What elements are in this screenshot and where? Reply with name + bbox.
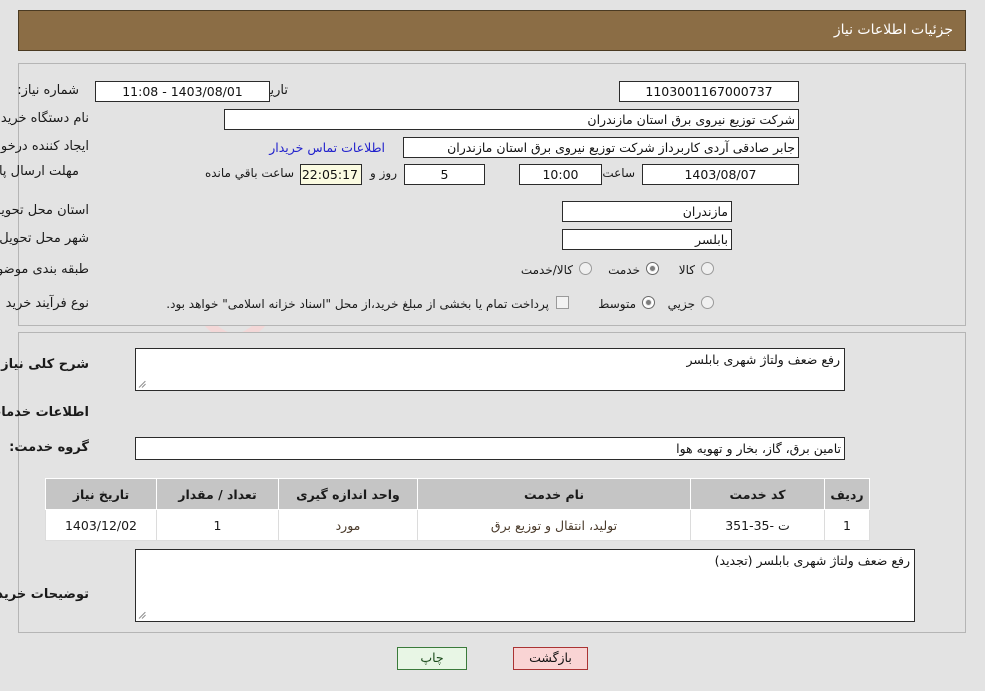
city-value: بابلسر [562, 229, 732, 250]
th-unit: واحد اندازه گیری [278, 478, 418, 510]
deadline-label: مهلت ارسال پاسخ: تا تاریخ: [0, 164, 79, 179]
th-name: نام خدمت [417, 478, 691, 510]
radio-process-motavasset-label: متوسط [598, 297, 636, 311]
radio-category-kala-khedmat-label: کالا/خدمت [520, 263, 573, 277]
buyer-notes-label: توضیحات خریدار: [0, 587, 89, 602]
category-label: طبقه بندی موضوعی: [0, 262, 89, 277]
creator-label: ایجاد کننده درخواست: [0, 139, 89, 154]
general-desc-label: شرح کلی نیاز: [0, 357, 89, 372]
page-title: جزئیات اطلاعات نیاز [833, 22, 953, 38]
td-code: ت -35-351 [690, 509, 825, 541]
td-row: 1 [824, 509, 870, 541]
td-unit: مورد [278, 509, 418, 541]
deadline-label-text: مهلت ارسال پاسخ: تا تاریخ: [0, 164, 79, 179]
buyer-org-value: شرکت توزیع نیروی برق استان مازندران [224, 109, 799, 130]
th-code: کد خدمت [690, 478, 825, 510]
process-label: نوع فرآیند خرید : [0, 296, 89, 311]
radio-process-jozi-label: جزیي [667, 297, 695, 311]
countdown-suffix-label: ساعت باقي مانده [204, 166, 294, 180]
print-button[interactable]: چاپ [397, 647, 467, 670]
buyer-contact-link[interactable]: اطلاعات تماس خریدار [269, 140, 385, 155]
service-group-label: گروه خدمت: [9, 440, 89, 455]
table-row: 1 ت -35-351 تولید، انتقال و توزیع برق مو… [45, 509, 870, 541]
radio-category-kala[interactable] [701, 262, 714, 275]
td-name: تولید، انتقال و توزیع برق [417, 509, 691, 541]
need-info-panel [18, 63, 966, 326]
radio-category-kala-khedmat[interactable] [579, 262, 592, 275]
province-value: مازندران [562, 201, 732, 222]
general-desc-value: رفع ضعف ولتاژ شهری بابلسر [686, 352, 840, 367]
radio-process-motavasset[interactable] [642, 296, 655, 309]
th-row: ردیف [824, 478, 870, 510]
treasury-docs-checkbox[interactable] [556, 296, 569, 309]
services-info-title: اطلاعات خدمات مورد نیاز [0, 405, 89, 420]
radio-category-khedmat-label: خدمت [608, 263, 640, 277]
td-qty: 1 [156, 509, 279, 541]
city-label: شهر محل تحویل: [0, 231, 89, 246]
creator-value: جابر صادقی آردی کاربرداز شرکت توزیع نیرو… [403, 137, 799, 158]
resize-grip-icon[interactable] [138, 379, 148, 389]
page-header-bar: جزئیات اطلاعات نیاز [18, 10, 966, 51]
province-label: استان محل تحویل: [0, 203, 89, 218]
deadline-time-value: 10:00 [519, 164, 602, 185]
page-root: ArtaTender.net جزئیات اطلاعات نیاز شماره… [0, 0, 985, 691]
deadline-date-value: 1403/08/07 [642, 164, 799, 185]
public-announce-value: 1403/08/01 - 11:08 [95, 81, 270, 102]
buyer-org-label: نام دستگاه خریدار: [0, 111, 89, 126]
service-group-value: تامین برق، گاز، بخار و تهویه هوا [135, 437, 845, 460]
buyer-notes-value: رفع ضعف ولتاژ شهری بابلسر (تجدید) [714, 553, 910, 568]
services-table: ردیف کد خدمت نام خدمت واحد اندازه گیری ت… [45, 478, 870, 541]
need-number-value: 1103001167000737 [619, 81, 799, 102]
days-word-label: روز و [370, 166, 397, 180]
table-header-row: ردیف کد خدمت نام خدمت واحد اندازه گیری ت… [45, 478, 870, 510]
countdown-value: 22:05:17 [300, 164, 362, 185]
back-button[interactable]: بازگشت [513, 647, 588, 670]
general-desc-textarea[interactable]: رفع ضعف ولتاژ شهری بابلسر [135, 348, 845, 391]
th-qty: تعداد / مقدار [156, 478, 279, 510]
radio-process-jozi[interactable] [701, 296, 714, 309]
td-date: 1403/12/02 [45, 509, 157, 541]
radio-category-kala-label: کالا [678, 263, 695, 277]
need-number-label: شماره نیاز: [17, 83, 79, 98]
days-remaining-value: 5 [404, 164, 485, 185]
th-date: تاریخ نیاز [45, 478, 157, 510]
buyer-notes-textarea[interactable]: رفع ضعف ولتاژ شهری بابلسر (تجدید) [135, 549, 915, 622]
radio-category-khedmat[interactable] [646, 262, 659, 275]
resize-grip-icon-2[interactable] [138, 610, 148, 620]
treasury-docs-label: پرداخت تمام یا بخشی از مبلغ خرید،از محل … [166, 297, 549, 311]
hour-label: ساعت [602, 166, 635, 180]
